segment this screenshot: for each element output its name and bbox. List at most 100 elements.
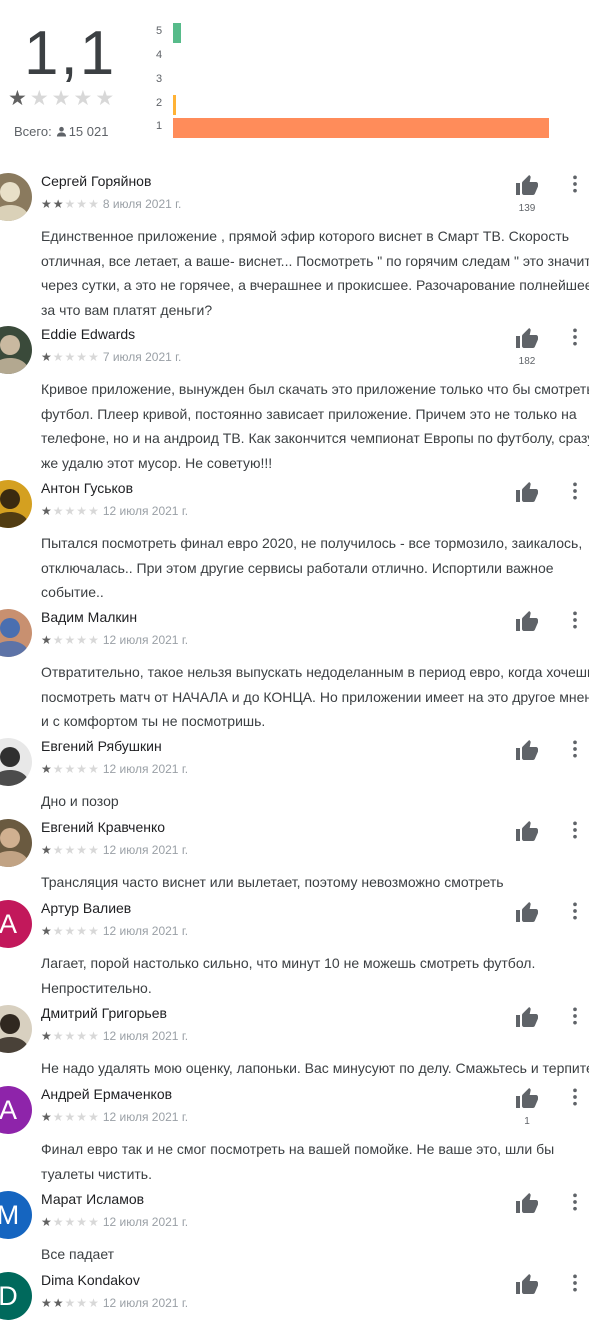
avatar-letter: A bbox=[0, 909, 17, 939]
reviewer-name: Сергей Горяйнов bbox=[41, 173, 152, 189]
avatar[interactable]: D bbox=[0, 1272, 32, 1320]
reviewer-name: Антон Гуськов bbox=[41, 480, 134, 496]
review-empty-star-icon: ★ bbox=[88, 1110, 100, 1124]
avatar[interactable]: M bbox=[0, 1191, 32, 1239]
review-empty-star-icon: ★ bbox=[52, 1110, 65, 1124]
review-text: Пытался посмотреть финал евро 2020, не п… bbox=[41, 535, 583, 600]
review-empty-star-icon: ★ bbox=[52, 1029, 65, 1043]
average-empty-star-icon: ★ bbox=[73, 87, 96, 110]
more-options-button[interactable] bbox=[565, 820, 585, 840]
histogram-star-label: 3 bbox=[156, 73, 163, 85]
thumbs-up-button[interactable] bbox=[515, 820, 539, 844]
more-vert-icon bbox=[573, 611, 577, 629]
review-filled-star-icon: ★ bbox=[41, 762, 53, 776]
avatar[interactable] bbox=[0, 738, 32, 786]
review-text: Не надо удалять мою оценку, лапоньки. Ва… bbox=[41, 1060, 589, 1076]
review-empty-star-icon: ★ bbox=[88, 843, 100, 857]
thumbs-up-icon bbox=[516, 611, 538, 631]
more-options-button[interactable] bbox=[565, 327, 585, 347]
review-meta: ★★★★★ 12 июля 2021 г. bbox=[41, 1029, 188, 1043]
avatar[interactable] bbox=[0, 326, 32, 374]
rating-summary: 1,1 ★★★★★ Всего: 15 021 54321 bbox=[0, 0, 589, 150]
review-stars: ★★★★★ bbox=[41, 197, 100, 211]
review-meta: ★★★★★ 12 июля 2021 г. bbox=[41, 1296, 188, 1310]
avatar-letter: A bbox=[0, 1095, 17, 1125]
review-empty-star-icon: ★ bbox=[76, 843, 89, 857]
review-stars: ★★★★★ bbox=[41, 1215, 100, 1229]
review-empty-star-icon: ★ bbox=[76, 1296, 89, 1310]
more-vert-icon bbox=[573, 740, 577, 758]
thumbs-up-button[interactable] bbox=[515, 1087, 539, 1111]
reviewer-name: Евгений Кравченко bbox=[41, 819, 166, 835]
avatar[interactable]: A bbox=[0, 900, 32, 948]
histogram-star-label: 2 bbox=[156, 97, 163, 109]
avatar-photo bbox=[0, 182, 30, 221]
review-stars: ★★★★★ bbox=[41, 350, 100, 364]
thumbs-up-button[interactable] bbox=[515, 739, 539, 763]
thumbs-up-icon bbox=[516, 1088, 538, 1108]
more-options-button[interactable] bbox=[565, 1273, 585, 1293]
thumbs-up-button[interactable] bbox=[515, 327, 539, 351]
review-empty-star-icon: ★ bbox=[76, 1029, 89, 1043]
more-options-button[interactable] bbox=[565, 1192, 585, 1212]
avatar-letter: D bbox=[0, 1281, 18, 1311]
avatar[interactable] bbox=[0, 480, 32, 528]
thumbs-up-button[interactable] bbox=[515, 610, 539, 634]
more-options-button[interactable] bbox=[565, 739, 585, 759]
more-vert-icon bbox=[573, 1193, 577, 1211]
thumbs-up-button[interactable] bbox=[515, 481, 539, 505]
more-options-button[interactable] bbox=[565, 1087, 585, 1107]
review-empty-star-icon: ★ bbox=[88, 633, 100, 647]
review-filled-star-icon: ★ bbox=[41, 350, 53, 364]
review-text: Единственное приложение , прямой эфир ко… bbox=[41, 228, 589, 318]
avatar[interactable] bbox=[0, 1005, 32, 1053]
reviewer-name: Вадим Малкин bbox=[41, 609, 138, 625]
review-date: 12 июля 2021 г. bbox=[102, 1215, 189, 1229]
total-count: 15 021 bbox=[68, 124, 109, 139]
avatar[interactable] bbox=[0, 173, 32, 221]
review-filled-star-icon: ★ bbox=[52, 1296, 65, 1310]
review-date: 12 июля 2021 г. bbox=[102, 1029, 189, 1043]
thumbs-up-button[interactable] bbox=[515, 901, 539, 925]
review-empty-star-icon: ★ bbox=[64, 1029, 77, 1043]
avatar[interactable]: A bbox=[0, 1086, 32, 1134]
thumbs-up-button[interactable] bbox=[515, 174, 539, 198]
more-vert-icon bbox=[573, 821, 577, 839]
thumbs-up-button[interactable] bbox=[515, 1192, 539, 1216]
like-count: 139 bbox=[518, 203, 536, 214]
review-filled-star-icon: ★ bbox=[41, 1296, 53, 1310]
more-options-button[interactable] bbox=[565, 1006, 585, 1026]
review-filled-star-icon: ★ bbox=[41, 843, 53, 857]
review-empty-star-icon: ★ bbox=[64, 504, 77, 518]
reviewer-name: Dima Kondakov bbox=[41, 1272, 140, 1288]
more-vert-icon bbox=[573, 902, 577, 920]
average-empty-star-icon: ★ bbox=[51, 87, 74, 110]
total-ratings: Всего: 15 021 bbox=[14, 124, 108, 140]
reviewer-name: Артур Валиев bbox=[41, 900, 132, 916]
avatar[interactable] bbox=[0, 819, 32, 867]
histogram-row: 2 bbox=[156, 95, 576, 115]
review-filled-star-icon: ★ bbox=[41, 1110, 53, 1124]
review-filled-star-icon: ★ bbox=[41, 1215, 53, 1229]
review-date: 12 июля 2021 г. bbox=[102, 843, 189, 857]
more-options-button[interactable] bbox=[565, 610, 585, 630]
thumbs-up-button[interactable] bbox=[515, 1006, 539, 1030]
review-text: Финал евро так и не смог посмотреть на в… bbox=[41, 1141, 555, 1182]
review-empty-star-icon: ★ bbox=[64, 350, 77, 364]
thumbs-up-icon bbox=[516, 740, 538, 760]
review-empty-star-icon: ★ bbox=[52, 1215, 65, 1229]
avatar-photo bbox=[0, 335, 30, 374]
review-empty-star-icon: ★ bbox=[52, 843, 65, 857]
more-options-button[interactable] bbox=[565, 481, 585, 501]
avatar[interactable] bbox=[0, 609, 32, 657]
thumbs-up-button[interactable] bbox=[515, 1273, 539, 1297]
more-options-button[interactable] bbox=[565, 901, 585, 921]
more-options-button[interactable] bbox=[565, 174, 585, 194]
review-empty-star-icon: ★ bbox=[88, 1215, 100, 1229]
review-empty-star-icon: ★ bbox=[64, 843, 77, 857]
reviewer-name: Eddie Edwards bbox=[41, 326, 136, 342]
reviewer-name: Андрей Ермаченков bbox=[41, 1086, 173, 1102]
review-stars: ★★★★★ bbox=[41, 1296, 100, 1310]
reviewer-name: Марат Исламов bbox=[41, 1191, 145, 1207]
histogram-bar bbox=[173, 95, 176, 115]
